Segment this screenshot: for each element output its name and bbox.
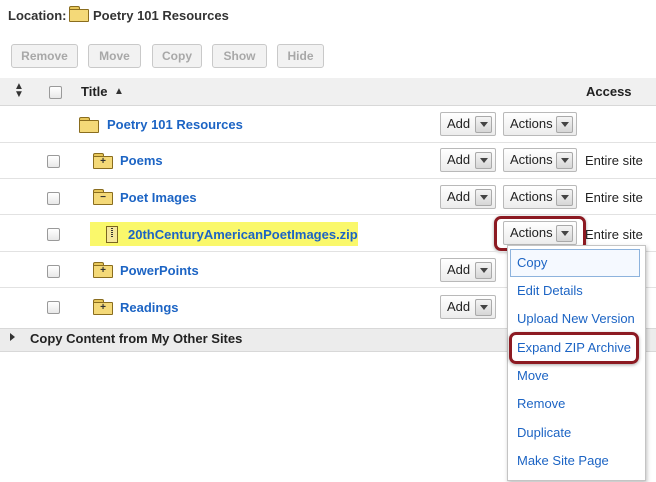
folder-plus-icon[interactable]: + <box>93 262 113 278</box>
access-column-header: Access <box>586 84 632 99</box>
dropdown-arrow-icon <box>475 262 492 279</box>
sort-icon[interactable]: ▲ ▼ <box>14 82 24 100</box>
access-value: Entire site <box>585 153 643 168</box>
dropdown-arrow-icon <box>556 189 573 206</box>
menu-item-move[interactable]: Move <box>517 368 549 383</box>
expand-arrow-icon[interactable] <box>10 333 15 341</box>
row-title-link[interactable]: Poet Images <box>120 190 197 205</box>
access-value: Entire site <box>585 227 643 242</box>
location-label: Location: <box>8 8 67 23</box>
hide-button[interactable]: Hide <box>277 44 324 68</box>
zip-file-icon <box>106 226 118 243</box>
row-checkbox[interactable] <box>47 192 60 205</box>
title-column-header[interactable]: Title <box>81 84 108 99</box>
folder-plus-icon[interactable]: + <box>93 153 113 169</box>
folder-minus-icon[interactable]: − <box>93 189 113 205</box>
dropdown-arrow-icon <box>475 299 492 316</box>
move-button[interactable]: Move <box>88 44 141 68</box>
access-value: Entire site <box>585 190 643 205</box>
add-dropdown[interactable]: Add <box>440 112 496 136</box>
add-dropdown[interactable]: Add <box>440 258 496 282</box>
menu-item-make-site-page[interactable]: Make Site Page <box>517 453 609 468</box>
select-all-checkbox[interactable] <box>49 86 62 99</box>
row-title-link[interactable]: PowerPoints <box>120 263 199 278</box>
dropdown-arrow-icon <box>556 116 573 133</box>
menu-item-edit-details[interactable]: Edit Details <box>517 283 583 298</box>
menu-item-upload-new-version[interactable]: Upload New Version <box>517 311 635 326</box>
copy-button[interactable]: Copy <box>152 44 202 68</box>
actions-dropdown[interactable]: Actions <box>503 148 577 172</box>
menu-item-duplicate[interactable]: Duplicate <box>517 425 571 440</box>
dropdown-arrow-icon <box>556 225 573 242</box>
folder-icon <box>69 6 89 22</box>
folder-plus-icon[interactable]: + <box>93 299 113 315</box>
row-title-link[interactable]: Poetry 101 Resources <box>107 117 243 132</box>
menu-item-expand-zip[interactable]: Expand ZIP Archive <box>517 340 631 355</box>
add-dropdown[interactable]: Add <box>440 295 496 319</box>
dropdown-arrow-icon <box>475 116 492 133</box>
add-dropdown[interactable]: Add <box>440 148 496 172</box>
add-dropdown[interactable]: Add <box>440 185 496 209</box>
row-checkbox[interactable] <box>47 228 60 241</box>
location-name: Poetry 101 Resources <box>93 8 229 23</box>
dropdown-arrow-icon <box>556 152 573 169</box>
row-checkbox[interactable] <box>47 155 60 168</box>
row-checkbox[interactable] <box>47 265 60 278</box>
dropdown-arrow-icon <box>475 189 492 206</box>
sort-ascending-icon: ▲ <box>114 86 124 97</box>
actions-dropdown[interactable]: Actions <box>503 221 577 245</box>
menu-item-copy[interactable]: Copy <box>517 255 547 270</box>
show-button[interactable]: Show <box>212 44 267 68</box>
row-title-link[interactable]: Poems <box>120 153 163 168</box>
folder-icon <box>79 117 99 133</box>
copy-content-label[interactable]: Copy Content from My Other Sites <box>30 331 242 346</box>
actions-dropdown[interactable]: Actions <box>503 185 577 209</box>
dropdown-arrow-icon <box>475 152 492 169</box>
row-title-link[interactable]: Readings <box>120 300 179 315</box>
actions-dropdown[interactable]: Actions <box>503 112 577 136</box>
menu-item-remove[interactable]: Remove <box>517 396 565 411</box>
row-checkbox[interactable] <box>47 301 60 314</box>
row-title-link[interactable]: 20thCenturyAmericanPoetImages.zip <box>128 227 358 242</box>
remove-button[interactable]: Remove <box>11 44 78 68</box>
